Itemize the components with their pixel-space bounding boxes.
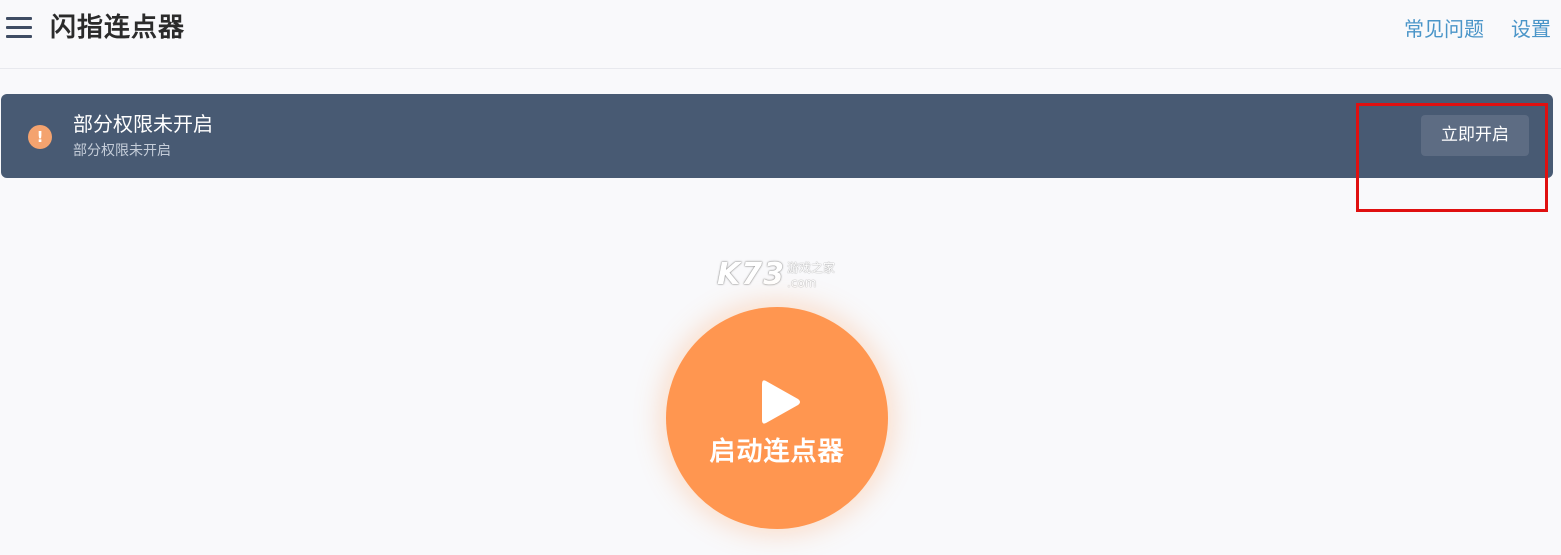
banner-title: 部分权限未开启 (73, 112, 213, 136)
app-title: 闪指连点器 (50, 13, 186, 43)
permission-banner (1, 94, 1553, 178)
banner-subtitle: 部分权限未开启 (73, 143, 171, 159)
watermark-brand: K73 (717, 257, 785, 292)
exclamation-circle-icon: ! (28, 125, 52, 149)
settings-link[interactable]: 设置 (1511, 14, 1551, 44)
watermark-logo: K73 游戏之家 .com (717, 258, 847, 292)
play-icon (762, 380, 800, 424)
watermark-text: 游戏之家 (787, 261, 836, 275)
top-app-bar: 闪指连点器 常见问题 设置 (0, 0, 1561, 69)
faq-link[interactable]: 常见问题 (1404, 14, 1484, 44)
highlight-annotation-box (1356, 103, 1548, 212)
start-clicker-label: 启动连点器 (709, 437, 845, 467)
watermark-domain: .com (787, 276, 817, 290)
hamburger-menu-icon[interactable] (6, 15, 32, 39)
